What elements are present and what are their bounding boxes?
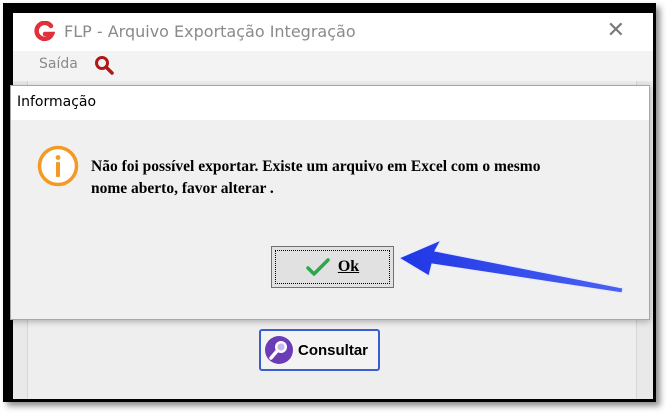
ok-label: Ok xyxy=(337,258,360,275)
app-logo-icon xyxy=(34,21,55,42)
menu-item-saida[interactable]: Saída xyxy=(39,56,78,72)
message-line-1: Não foi possível exportar. Existe um arq… xyxy=(91,158,541,175)
window-title: FLP - Arquivo Exportação Integração xyxy=(64,22,356,41)
message-line-2: nome aberto, favor alterar . xyxy=(91,180,274,197)
close-icon[interactable]: ✕ xyxy=(607,19,625,43)
dialog-titlebar: Informação xyxy=(11,86,649,120)
checkmark-icon xyxy=(306,258,330,276)
magnifier-icon xyxy=(265,336,293,364)
ok-button[interactable]: Ok xyxy=(271,246,394,288)
menu-bar: Saída xyxy=(13,51,653,81)
annotation-arrow-icon xyxy=(397,238,624,294)
consultar-button[interactable]: Consultar xyxy=(259,329,380,371)
dialog-title: Informação xyxy=(17,94,97,110)
info-icon xyxy=(37,145,79,187)
consultar-label: Consultar xyxy=(298,341,369,359)
dialog-message: Não foi possível exportar. Existe um arq… xyxy=(91,156,631,200)
search-icon[interactable] xyxy=(93,54,115,76)
ok-button-focus: Ok xyxy=(275,250,390,284)
window-titlebar: FLP - Arquivo Exportação Integração ✕ xyxy=(13,13,653,51)
